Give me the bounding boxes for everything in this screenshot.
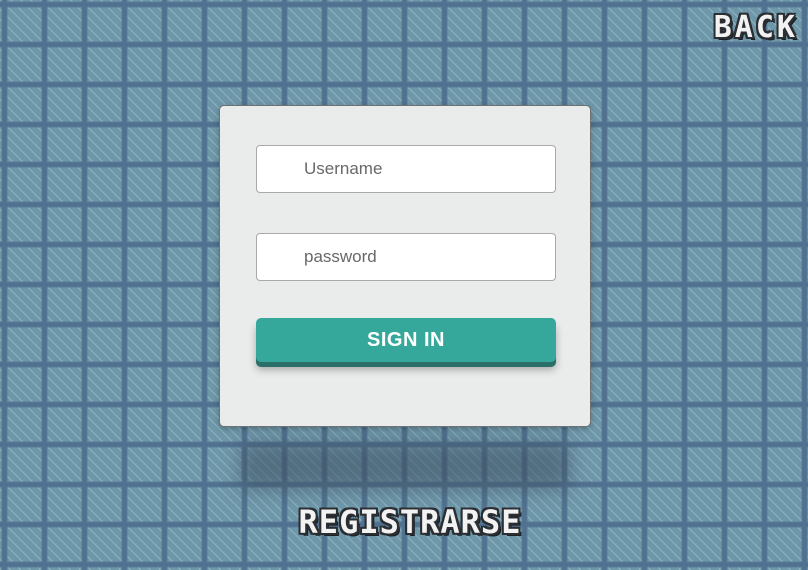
back-button[interactable]: BACK	[714, 10, 798, 46]
password-input[interactable]	[256, 233, 556, 281]
username-input[interactable]	[256, 145, 556, 193]
sign-in-button[interactable]: SIGN IN	[256, 318, 556, 362]
register-button[interactable]: REGISTRARSE	[264, 502, 556, 542]
panel-shadow	[240, 442, 570, 490]
login-panel: SIGN IN	[219, 105, 591, 427]
